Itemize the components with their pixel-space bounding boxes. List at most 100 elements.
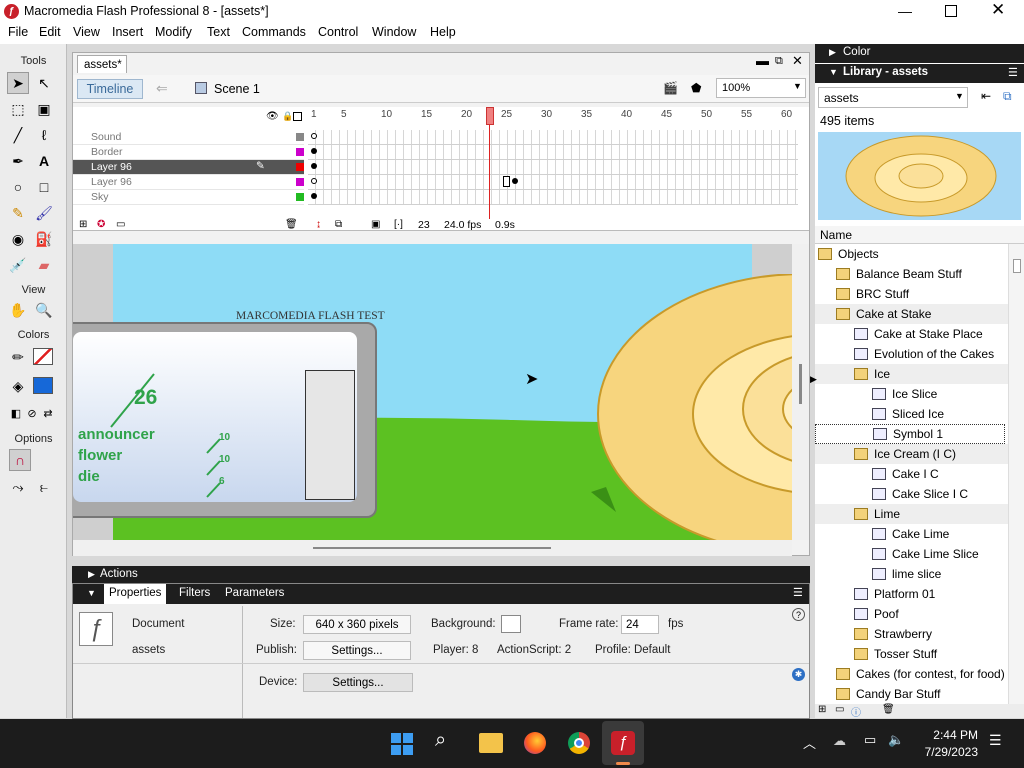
tab-filters[interactable]: Filters: [179, 587, 210, 599]
tab-properties[interactable]: Properties: [109, 587, 161, 599]
frame-row[interactable]: [308, 190, 798, 205]
clock-time[interactable]: 2:44 PM: [918, 728, 978, 742]
start-icon[interactable]: [391, 733, 413, 755]
line-tool-icon[interactable]: ╱: [7, 124, 29, 146]
trash-icon[interactable]: 🗑: [285, 219, 298, 230]
library-item[interactable]: Cake at Stake Place: [815, 324, 1008, 344]
scroll-thumb[interactable]: [1013, 259, 1021, 273]
free-transform-icon[interactable]: ⬚: [7, 98, 29, 120]
center-frame-icon[interactable]: ↨: [316, 219, 321, 230]
hand-tool-icon[interactable]: ✋: [7, 299, 29, 321]
background-color-swatch[interactable]: [501, 615, 521, 633]
menu-window[interactable]: Window: [372, 25, 416, 39]
library-item[interactable]: Cake at Stake: [815, 304, 1008, 324]
fill-color-swatch[interactable]: [33, 377, 53, 394]
options-menu-icon[interactable]: ☰: [793, 586, 803, 599]
menu-edit[interactable]: Edit: [39, 25, 61, 39]
new-library-icon[interactable]: ⧉: [1003, 89, 1012, 104]
new-symbol-icon[interactable]: ⊞: [818, 704, 826, 715]
menu-modify[interactable]: Modify: [155, 25, 192, 39]
back-arrow-icon[interactable]: ⇐: [156, 80, 168, 97]
stroke-color-icon[interactable]: ✏: [7, 346, 29, 368]
library-scrollbar[interactable]: [1008, 244, 1024, 704]
firefox-icon[interactable]: [524, 732, 546, 754]
menu-file[interactable]: File: [8, 25, 28, 39]
library-item[interactable]: Strawberry: [815, 624, 1008, 644]
library-panel-header[interactable]: ▼ Library - assets ☰: [815, 64, 1024, 83]
layer-row[interactable]: Sound: [73, 130, 304, 145]
snap-magnet-icon[interactable]: ∩: [9, 449, 31, 471]
menu-help[interactable]: Help: [430, 25, 456, 39]
close-icon[interactable]: ✕: [991, 0, 1005, 20]
brush-tool-icon[interactable]: 🖌: [33, 202, 55, 224]
actions-panel-header[interactable]: ▶ Actions: [72, 566, 810, 583]
swap-colors-icon[interactable]: ⇄: [37, 402, 59, 424]
library-item[interactable]: Cake Lime Slice: [815, 544, 1008, 564]
add-layer-icon[interactable]: ⊞: [79, 219, 87, 230]
new-folder-icon[interactable]: ▭: [835, 704, 844, 715]
onion-skin-icon[interactable]: ⧉: [335, 219, 342, 230]
library-item[interactable]: Cake Lime: [815, 524, 1008, 544]
network-icon[interactable]: ▭: [864, 732, 876, 748]
menu-insert[interactable]: Insert: [112, 25, 143, 39]
menu-text[interactable]: Text: [207, 25, 230, 39]
frame-row[interactable]: [308, 160, 798, 175]
pin-library-icon[interactable]: ⇤: [981, 89, 991, 103]
zoom-tool-icon[interactable]: 🔍: [33, 299, 55, 321]
stroke-color-swatch[interactable]: [33, 348, 53, 365]
chrome-icon[interactable]: [568, 732, 590, 754]
options-menu-icon[interactable]: ☰: [1008, 66, 1018, 79]
gradient-transform-icon[interactable]: ▣: [33, 98, 55, 120]
text-tool-icon[interactable]: A: [33, 150, 55, 172]
playhead[interactable]: [486, 107, 494, 125]
cloud-icon[interactable]: ☁: [833, 733, 846, 749]
trash-icon[interactable]: 🗑: [882, 704, 895, 715]
help-icon[interactable]: ?: [792, 608, 805, 621]
chevron-down-icon[interactable]: ▼: [955, 91, 964, 101]
library-item[interactable]: Ice: [815, 364, 1008, 384]
library-item[interactable]: Lime: [815, 504, 1008, 524]
chevron-up-icon[interactable]: ︿: [803, 733, 816, 752]
straighten-icon[interactable]: ⥼: [33, 476, 55, 498]
library-item[interactable]: Cake I C: [815, 464, 1008, 484]
stage-horizontal-scrollbar[interactable]: [73, 540, 792, 556]
frame-row[interactable]: [308, 130, 798, 145]
volume-icon[interactable]: 🔈: [888, 732, 904, 748]
panel-collapse-arrow-icon[interactable]: ▶: [810, 374, 817, 385]
chevron-down-icon[interactable]: ▼: [793, 81, 802, 91]
lasso-tool-icon[interactable]: ℓ: [33, 124, 55, 146]
frame-ruler[interactable]: 1 5 10 15 20 25 30 35 40 45 50 55 60: [308, 109, 798, 124]
frame-row[interactable]: [308, 145, 798, 160]
library-select[interactable]: assets: [818, 87, 968, 108]
edit-scene-icon[interactable]: 🎬: [663, 81, 678, 95]
tab-parameters[interactable]: Parameters: [225, 587, 284, 599]
library-item[interactable]: BRC Stuff: [815, 284, 1008, 304]
lock-icon[interactable]: 🔒: [282, 111, 293, 122]
library-item[interactable]: Cakes (for contest, for food): [815, 664, 1008, 684]
timeline-button[interactable]: Timeline: [77, 79, 143, 99]
library-item[interactable]: Sliced Ice: [815, 404, 1008, 424]
rectangle-tool-icon[interactable]: □: [33, 176, 55, 198]
collapse-arrow-icon[interactable]: ▼: [87, 588, 96, 598]
library-item[interactable]: Tosser Stuff: [815, 644, 1008, 664]
device-settings-button[interactable]: Settings...: [303, 673, 413, 692]
paint-bucket-icon[interactable]: ⛽: [33, 228, 55, 250]
accessibility-icon[interactable]: ✱: [792, 668, 805, 681]
size-button[interactable]: 640 x 360 pixels: [303, 615, 411, 634]
properties-icon[interactable]: ⓘ: [851, 704, 861, 719]
minimize-icon[interactable]: —: [898, 3, 912, 19]
library-item[interactable]: Ice Cream (I C): [815, 444, 1008, 464]
stage-vertical-scrollbar[interactable]: [792, 244, 809, 540]
selection-tool-icon[interactable]: ➤: [7, 72, 29, 94]
library-item[interactable]: Ice Slice: [815, 384, 1008, 404]
pencil-tool-icon[interactable]: ✎: [7, 202, 29, 224]
scroll-thumb[interactable]: [313, 547, 551, 549]
publish-settings-button[interactable]: Settings...: [303, 641, 411, 660]
file-explorer-icon[interactable]: [479, 733, 503, 753]
library-item[interactable]: lime slice: [815, 564, 1008, 584]
subselection-tool-icon[interactable]: ↖: [33, 72, 55, 94]
library-item[interactable]: Poof: [815, 604, 1008, 624]
scroll-thumb[interactable]: [799, 364, 802, 404]
doc-minimize-icon[interactable]: ▬: [756, 53, 769, 68]
doc-restore-icon[interactable]: ⧉: [775, 55, 783, 68]
